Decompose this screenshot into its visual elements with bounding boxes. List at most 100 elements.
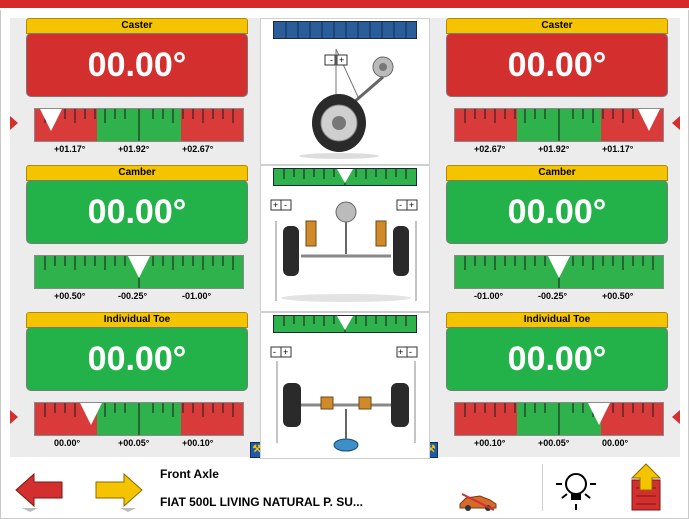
camber-left-gauge: Camber 00.00° +00.50° -00.25° -01.00° xyxy=(10,165,260,310)
camber-right-gauge: Camber 00.00° -01.00° -00.25° +00.50° xyxy=(430,165,680,310)
gauge-value: 00.00° xyxy=(446,33,668,97)
scale-label-left: +00.50° xyxy=(54,291,86,301)
caster-left-gauge: Caster 00.00° +01.17° +01.92° +02.67° xyxy=(10,18,260,163)
light-bulb-icon xyxy=(556,473,596,510)
gauge-title: Individual Toe xyxy=(446,312,668,328)
toe-bar xyxy=(273,315,417,333)
svg-text:-: - xyxy=(284,200,287,210)
scale-labels: +00.50° -00.25° -01.00° xyxy=(34,291,242,305)
gauge-scale xyxy=(34,402,244,436)
exit-button[interactable] xyxy=(616,460,676,515)
car-icon xyxy=(459,493,497,511)
light-toggle-button[interactable] xyxy=(546,460,606,515)
scale-labels: 00.00° +00.05° +00.10° xyxy=(34,438,242,452)
right-arrow-yellow-icon xyxy=(95,472,143,512)
header-bar xyxy=(0,0,689,10)
gauge-title: Camber xyxy=(446,165,668,181)
svg-text:-: - xyxy=(273,347,276,357)
gauge-value: 00.00° xyxy=(446,180,668,244)
camber-illustration-cell: + - - + xyxy=(260,165,430,312)
needle-icon xyxy=(585,403,613,427)
caster-wheel-illustration: - + xyxy=(299,48,394,159)
left-out-of-range-icon xyxy=(10,116,18,130)
svg-text:+: + xyxy=(283,347,288,357)
gauge-value: 00.00° xyxy=(446,327,668,391)
scale-label-right: +00.10° xyxy=(182,438,214,448)
camber-bar-needle-icon xyxy=(337,169,353,183)
scale-label-max: +02.67° xyxy=(182,144,214,154)
back-button[interactable] xyxy=(10,460,70,515)
gauge-scale xyxy=(454,402,664,436)
forward-button[interactable] xyxy=(88,460,148,515)
toolbar-divider xyxy=(542,464,543,511)
needle-icon xyxy=(77,403,105,427)
gauge-title: Camber xyxy=(26,165,248,181)
gauge-scale xyxy=(454,255,664,289)
scale-label-mid: +00.05° xyxy=(538,438,570,448)
scale-ticks xyxy=(44,109,234,141)
svg-text:+: + xyxy=(409,200,414,210)
gauge-title: Individual Toe xyxy=(26,312,248,328)
scale-label-left: +02.67° xyxy=(474,144,506,154)
scale-label-left: 00.00° xyxy=(54,438,81,448)
gauge-title: Caster xyxy=(446,18,668,34)
left-out-of-range-icon xyxy=(10,410,18,424)
gauge-value: 00.00° xyxy=(26,33,248,97)
scale-label-left: +00.10° xyxy=(474,438,506,448)
scale-labels: -01.00° -00.25° +00.50° xyxy=(454,291,662,305)
vehicle-name: FIAT 500L LIVING NATURAL P. SU... xyxy=(160,495,363,509)
right-out-of-range-icon xyxy=(672,116,680,130)
toe-bar-needle-icon xyxy=(337,316,353,330)
scale-ticks xyxy=(464,403,654,435)
scale-ticks xyxy=(44,403,234,435)
right-out-of-range-icon xyxy=(672,410,680,424)
scale-labels: +00.10° +00.05° 00.00° xyxy=(454,438,662,452)
gauge-scale xyxy=(34,108,244,142)
scale-label-mid: +01.92° xyxy=(538,144,570,154)
gauge-title: Caster xyxy=(26,18,248,34)
gauge-scale xyxy=(454,108,664,142)
exit-door-icon xyxy=(630,463,662,511)
bottom-toolbar: Front Axle FIAT 500L LIVING NATURAL P. S… xyxy=(10,460,680,515)
caster-illustration-cell: - + xyxy=(260,18,430,165)
toe-top-view-illustration: - + + - xyxy=(270,346,418,452)
scale-label-right: 00.00° xyxy=(602,438,629,448)
scale-label-min: +01.17° xyxy=(54,144,86,154)
svg-text:-: - xyxy=(409,347,412,357)
scale-label-mid: +01.92° xyxy=(118,144,150,154)
gauge-value: 00.00° xyxy=(26,180,248,244)
svg-text:+: + xyxy=(339,55,344,65)
caster-bar-ticks xyxy=(285,22,407,38)
scale-label-mid: -00.25° xyxy=(118,291,148,301)
toe-right-gauge: Individual Toe 00.00° +00.10° +00.05° 00… xyxy=(424,312,680,458)
svg-text:-: - xyxy=(330,55,333,65)
toe-left-gauge: Individual Toe 00.00° 00.00° +00.05° +00… xyxy=(10,312,264,458)
vehicle-info: Front Axle FIAT 500L LIVING NATURAL P. S… xyxy=(160,460,500,515)
caster-bar xyxy=(273,21,417,39)
axle-label: Front Axle xyxy=(160,467,219,481)
gauge-value: 00.00° xyxy=(26,327,248,391)
scale-label-left: -01.00° xyxy=(474,291,504,301)
svg-text:+: + xyxy=(273,200,278,210)
measurement-grid: Caster 00.00° +01.17° +01.92° +02.67° Ca… xyxy=(10,18,680,459)
scale-label-right: +00.50° xyxy=(602,291,634,301)
center-illustrations: - + + - - + - + + - xyxy=(260,18,430,459)
needle-icon xyxy=(635,109,663,133)
scale-labels: +02.67° +01.92° +01.17° xyxy=(454,144,662,158)
needle-icon xyxy=(37,109,65,133)
toe-illustration-cell: - + + - xyxy=(260,312,430,459)
scale-ticks xyxy=(464,109,654,141)
scale-labels: +01.17° +01.92° +02.67° xyxy=(34,144,242,158)
left-arrow-red-icon xyxy=(15,472,63,512)
svg-text:-: - xyxy=(399,200,402,210)
svg-text:+: + xyxy=(398,347,403,357)
front-suspension-illustration: + - - + xyxy=(270,199,418,302)
needle-icon xyxy=(545,256,573,280)
scale-label-right: +01.17° xyxy=(602,144,634,154)
needle-icon xyxy=(125,256,153,280)
caster-right-gauge: Caster 00.00° +02.67° +01.92° +01.17° xyxy=(430,18,680,163)
scale-label-mid: +00.05° xyxy=(118,438,150,448)
scale-label-mid: -00.25° xyxy=(538,291,568,301)
scale-label-right: -01.00° xyxy=(182,291,212,301)
camber-bar xyxy=(273,168,417,186)
